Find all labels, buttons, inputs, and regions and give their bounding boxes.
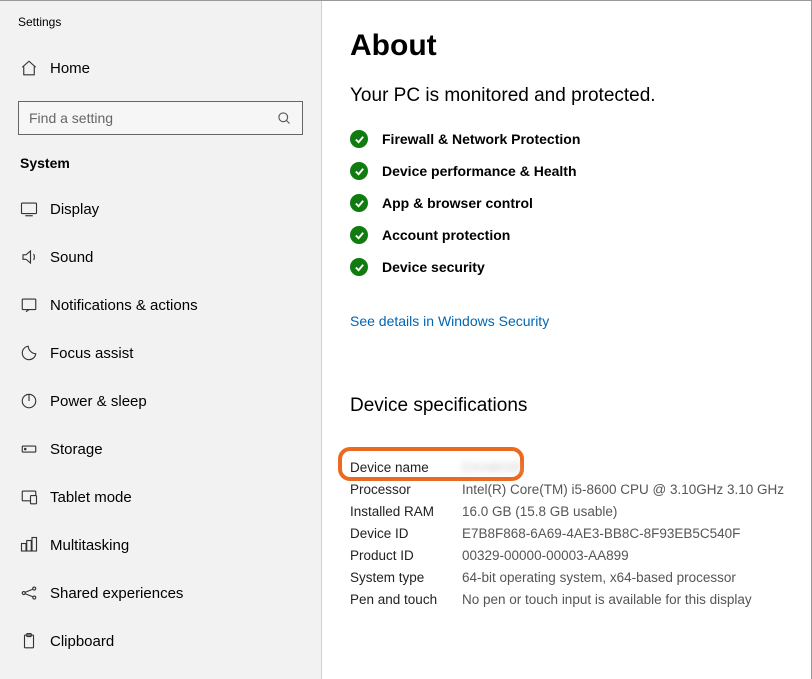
sidebar-item-label: Shared experiences: [50, 585, 183, 602]
sidebar-item-shared-experiences[interactable]: Shared experiences: [0, 569, 321, 617]
storage-icon: [20, 440, 50, 458]
spec-key: Processor: [350, 479, 462, 501]
spec-row-system-type: System type 64-bit operating system, x64…: [350, 567, 791, 589]
status-label: App & browser control: [382, 195, 533, 211]
focus-assist-icon: [20, 344, 50, 362]
clipboard-icon: [20, 632, 50, 650]
search-input[interactable]: [29, 110, 277, 126]
check-icon: [350, 130, 368, 148]
sidebar-item-clipboard[interactable]: Clipboard: [0, 617, 321, 665]
spec-key: Pen and touch: [350, 589, 462, 611]
sidebar-item-label: Clipboard: [50, 633, 114, 650]
spec-row-device-id: Device ID E7B8F868-6A69-4AE3-BB8C-8F93EB…: [350, 523, 791, 545]
sidebar-item-tablet-mode[interactable]: Tablet mode: [0, 473, 321, 521]
spec-row-device-name: Device name DXAB035: [350, 457, 791, 479]
page-title: About: [350, 29, 791, 63]
spec-row-product-id: Product ID 00329-00000-00003-AA899: [350, 545, 791, 567]
sidebar-item-display[interactable]: Display: [0, 185, 321, 233]
sidebar-item-storage[interactable]: Storage: [0, 425, 321, 473]
main-content: About Your PC is monitored and protected…: [322, 1, 811, 679]
shared-icon: [20, 584, 50, 602]
sidebar-item-label: Display: [50, 201, 99, 218]
tablet-icon: [20, 488, 50, 506]
spec-value: 00329-00000-00003-AA899: [462, 545, 629, 567]
check-icon: [350, 162, 368, 180]
spec-value: 64-bit operating system, x64-based proce…: [462, 567, 736, 589]
spec-value: 16.0 GB (15.8 GB usable): [462, 501, 617, 523]
status-label: Device performance & Health: [382, 163, 577, 179]
security-status-list: Firewall & Network Protection Device per…: [350, 123, 791, 283]
sidebar-item-label: Tablet mode: [50, 489, 132, 506]
settings-sidebar: Settings Home System Display Sound Notif…: [0, 1, 322, 679]
search-icon: [277, 111, 292, 126]
spec-value: Intel(R) Core(TM) i5-8600 CPU @ 3.10GHz …: [462, 479, 784, 501]
status-account-protection: Account protection: [350, 219, 791, 251]
spec-value-device-name: DXAB035: [462, 457, 521, 479]
sidebar-item-label: Focus assist: [50, 345, 133, 362]
windows-security-link[interactable]: See details in Windows Security: [350, 313, 549, 329]
multitasking-icon: [20, 536, 50, 554]
sidebar-item-label: Multitasking: [50, 537, 129, 554]
sidebar-item-sound[interactable]: Sound: [0, 233, 321, 281]
spec-value: E7B8F868-6A69-4AE3-BB8C-8F93EB5C540F: [462, 523, 740, 545]
status-app-browser: App & browser control: [350, 187, 791, 219]
sidebar-item-notifications[interactable]: Notifications & actions: [0, 281, 321, 329]
status-label: Account protection: [382, 227, 510, 243]
status-device-security: Device security: [350, 251, 791, 283]
home-nav-item[interactable]: Home: [0, 45, 321, 91]
power-icon: [20, 392, 50, 410]
spec-key: System type: [350, 567, 462, 589]
check-icon: [350, 258, 368, 276]
status-label: Device security: [382, 259, 485, 275]
status-label: Firewall & Network Protection: [382, 131, 580, 147]
sidebar-item-label: Sound: [50, 249, 93, 266]
spec-value: No pen or touch input is available for t…: [462, 589, 752, 611]
display-icon: [20, 200, 50, 218]
spec-row-pen-touch: Pen and touch No pen or touch input is a…: [350, 589, 791, 611]
sidebar-item-label: Storage: [50, 441, 103, 458]
spec-row-ram: Installed RAM 16.0 GB (15.8 GB usable): [350, 501, 791, 523]
notifications-icon: [20, 296, 50, 314]
spec-key: Device name: [350, 457, 462, 479]
sidebar-item-focus-assist[interactable]: Focus assist: [0, 329, 321, 377]
status-device-performance: Device performance & Health: [350, 155, 791, 187]
sidebar-item-label: Notifications & actions: [50, 297, 198, 314]
check-icon: [350, 194, 368, 212]
search-input-wrapper[interactable]: [18, 101, 303, 135]
home-label: Home: [50, 60, 90, 77]
status-firewall: Firewall & Network Protection: [350, 123, 791, 155]
spec-key: Installed RAM: [350, 501, 462, 523]
spec-key: Device ID: [350, 523, 462, 545]
sidebar-item-label: Power & sleep: [50, 393, 147, 410]
window-title: Settings: [0, 9, 321, 45]
sidebar-item-power-sleep[interactable]: Power & sleep: [0, 377, 321, 425]
device-spec-heading: Device specifications: [350, 395, 791, 417]
check-icon: [350, 226, 368, 244]
sidebar-category: System: [0, 149, 321, 185]
sidebar-item-multitasking[interactable]: Multitasking: [0, 521, 321, 569]
spec-row-processor: Processor Intel(R) Core(TM) i5-8600 CPU …: [350, 479, 791, 501]
home-icon: [20, 59, 50, 77]
protection-heading: Your PC is monitored and protected.: [350, 85, 791, 107]
sound-icon: [20, 248, 50, 266]
spec-key: Product ID: [350, 545, 462, 567]
device-spec-table: Device name DXAB035 Processor Intel(R) C…: [350, 457, 791, 611]
